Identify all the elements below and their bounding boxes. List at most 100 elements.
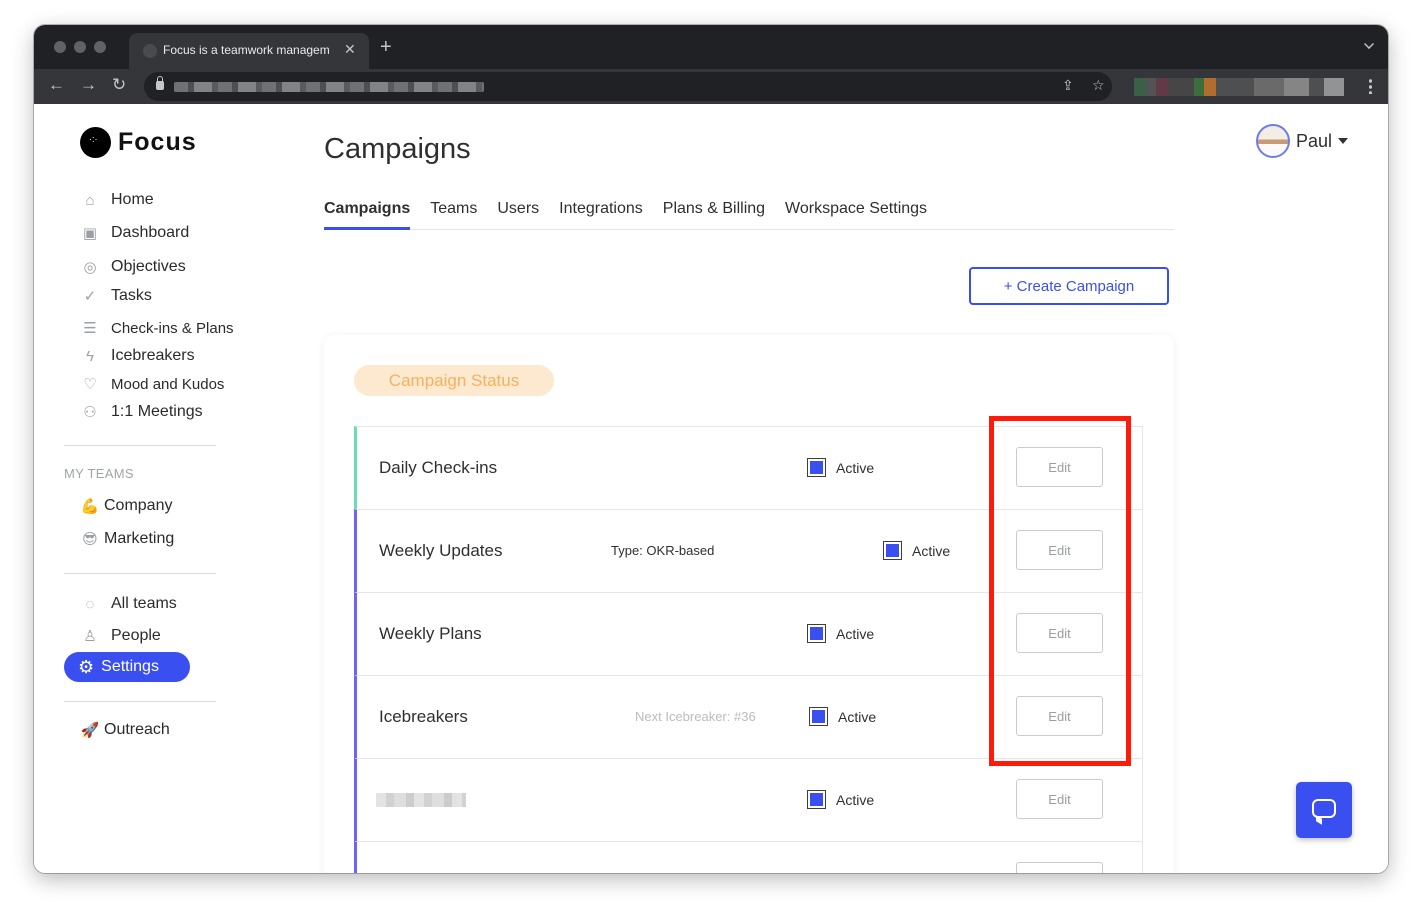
campaign-name: Weekly Plans xyxy=(379,624,482,643)
settings-tabs: Campaigns Teams Users Integrations Plans… xyxy=(324,200,1174,230)
browser-window: Focus is a teamwork managem ✕ + ← → ↻ ⇪ … xyxy=(34,25,1388,873)
dashboard-icon: ▣ xyxy=(82,225,98,242)
avatar xyxy=(1256,124,1290,158)
sidebar-item-label: Outreach xyxy=(104,721,170,738)
edit-buttons-highlight xyxy=(989,416,1131,766)
new-tab-icon[interactable]: + xyxy=(380,37,392,57)
sidebar-item-label: Home xyxy=(111,191,154,208)
chevron-down-icon[interactable] xyxy=(1364,39,1374,49)
page-title: Campaigns xyxy=(324,133,471,165)
sidebar: Focus ⌂ Home ▣ Dashboard ◎ Objectives ✓ … xyxy=(34,104,264,873)
sidebar-item-people[interactable]: ♙ People xyxy=(78,624,161,648)
back-icon[interactable]: ← xyxy=(48,75,65,95)
campaign-name: Weekly Updates xyxy=(379,541,503,560)
sidebar-item-label: All teams xyxy=(111,595,177,612)
address-bar[interactable]: ⇪ ☆ xyxy=(144,72,1112,101)
sidebar-item-mood[interactable]: ♡ Mood and Kudos xyxy=(78,372,224,396)
sidebar-item-tasks[interactable]: ✓ Tasks xyxy=(78,284,152,308)
chat-widget-button[interactable] xyxy=(1296,782,1352,838)
sidebar-item-label: Marketing xyxy=(104,530,175,547)
active-checkbox[interactable] xyxy=(807,790,826,809)
campaign-name-redacted xyxy=(376,793,466,807)
edit-button[interactable]: Edit xyxy=(1016,779,1103,819)
sidebar-item-label: Dashboard xyxy=(111,224,190,241)
minimize-window-icon[interactable] xyxy=(74,41,86,53)
sidebar-divider xyxy=(64,445,216,446)
sidebar-item-label: Tasks xyxy=(111,287,152,304)
tab-close-icon[interactable]: ✕ xyxy=(344,41,356,58)
tab-integrations[interactable]: Integrations xyxy=(559,200,643,230)
rocket-icon: 🚀 xyxy=(80,722,100,739)
maximize-window-icon[interactable] xyxy=(94,41,106,53)
active-label: Active xyxy=(836,626,875,642)
tab-plans-billing[interactable]: Plans & Billing xyxy=(663,200,765,230)
sidebar-item-marketing[interactable]: 😎 Marketing xyxy=(78,527,174,551)
active-checkbox[interactable] xyxy=(807,458,826,477)
tab-campaigns[interactable]: Campaigns xyxy=(324,200,411,230)
sidebar-item-icebreakers[interactable]: ϟ Icebreakers xyxy=(78,344,195,368)
sidebar-item-label: Check-ins & Plans xyxy=(111,319,234,337)
campaign-type: Type: OKR-based xyxy=(611,543,715,558)
sidebar-item-checkins[interactable]: ☰ Check-ins & Plans xyxy=(78,316,234,340)
heart-icon: ♡ xyxy=(83,376,97,393)
share-icon[interactable]: ⇪ xyxy=(1062,77,1074,94)
active-checkbox[interactable] xyxy=(809,707,828,726)
home-icon: ⌂ xyxy=(85,191,95,209)
campaign-name: Daily Check-ins xyxy=(379,458,498,477)
browser-tab[interactable]: Focus is a teamwork managem ✕ xyxy=(129,33,369,69)
sidebar-item-settings[interactable]: ⚙ Settings xyxy=(64,652,190,682)
tab-teams[interactable]: Teams xyxy=(430,200,477,230)
app-page: Focus ⌂ Home ▣ Dashboard ◎ Objectives ✓ … xyxy=(34,104,1388,873)
browser-tab-bar: Focus is a teamwork managem ✕ + xyxy=(34,25,1388,69)
chat-bubble-icon xyxy=(1312,799,1336,818)
campaign-row: Active Edit xyxy=(354,758,1143,841)
sidebar-item-dashboard[interactable]: ▣ Dashboard xyxy=(78,221,189,245)
next-icebreaker-text: Next Icebreaker: #36 xyxy=(635,709,756,724)
focus-logo-icon xyxy=(80,127,111,158)
browser-menu-icon[interactable] xyxy=(1369,78,1372,94)
sidebar-item-meetings[interactable]: ⚇ 1:1 Meetings xyxy=(78,400,203,424)
caret-down-icon xyxy=(1338,138,1349,144)
gear-icon: ⚙ xyxy=(78,656,95,677)
star-icon[interactable]: ☆ xyxy=(1092,77,1105,94)
sidebar-item-label: 1:1 Meetings xyxy=(111,403,203,420)
logo-text: Focus xyxy=(118,128,197,156)
active-checkbox[interactable] xyxy=(883,541,902,560)
extensions-redacted xyxy=(1134,78,1344,96)
person-icon: ♙ xyxy=(83,628,97,645)
active-label: Active xyxy=(836,460,875,476)
create-campaign-button[interactable]: + Create Campaign xyxy=(969,267,1169,305)
sidebar-item-home[interactable]: ⌂ Home xyxy=(78,188,154,212)
user-name: Paul xyxy=(1296,130,1333,151)
user-menu[interactable]: Paul xyxy=(1256,124,1349,158)
sidebar-item-label: Settings xyxy=(101,658,159,675)
tab-title: Focus is a teamwork managem xyxy=(163,43,330,57)
active-checkbox[interactable] xyxy=(807,624,826,643)
sidebar-item-company[interactable]: 💪 Company xyxy=(78,494,173,518)
sidebar-item-all-teams[interactable]: ◌ All teams xyxy=(78,592,177,616)
sidebar-item-objectives[interactable]: ◎ Objectives xyxy=(78,255,186,279)
favicon-icon xyxy=(143,44,157,58)
tab-workspace-settings[interactable]: Workspace Settings xyxy=(785,200,927,230)
browser-toolbar: ← → ↻ ⇪ ☆ xyxy=(34,69,1388,104)
close-window-icon[interactable] xyxy=(54,41,66,53)
reload-icon[interactable]: ↻ xyxy=(112,75,126,95)
edit-button[interactable] xyxy=(1016,862,1103,873)
app-logo[interactable]: Focus xyxy=(80,127,197,158)
lock-icon xyxy=(156,76,164,90)
my-teams-heading: MY TEAMS xyxy=(64,466,134,481)
campaign-name: Icebreakers xyxy=(379,707,468,726)
checkin-icon: ☰ xyxy=(83,320,97,337)
tab-users[interactable]: Users xyxy=(497,200,539,230)
sidebar-item-label: Icebreakers xyxy=(111,347,195,364)
sidebar-item-label: Objectives xyxy=(111,258,186,275)
active-label: Active xyxy=(838,709,877,725)
target-icon: ◎ xyxy=(83,259,97,276)
active-label: Active xyxy=(836,792,875,808)
lightning-icon: ϟ xyxy=(86,347,94,365)
sidebar-item-outreach[interactable]: 🚀 Outreach xyxy=(78,718,170,742)
sidebar-divider xyxy=(64,701,216,702)
sidebar-item-label: Company xyxy=(104,497,173,514)
sunglasses-face-icon: 😎 xyxy=(82,531,98,548)
forward-icon[interactable]: → xyxy=(80,75,97,95)
